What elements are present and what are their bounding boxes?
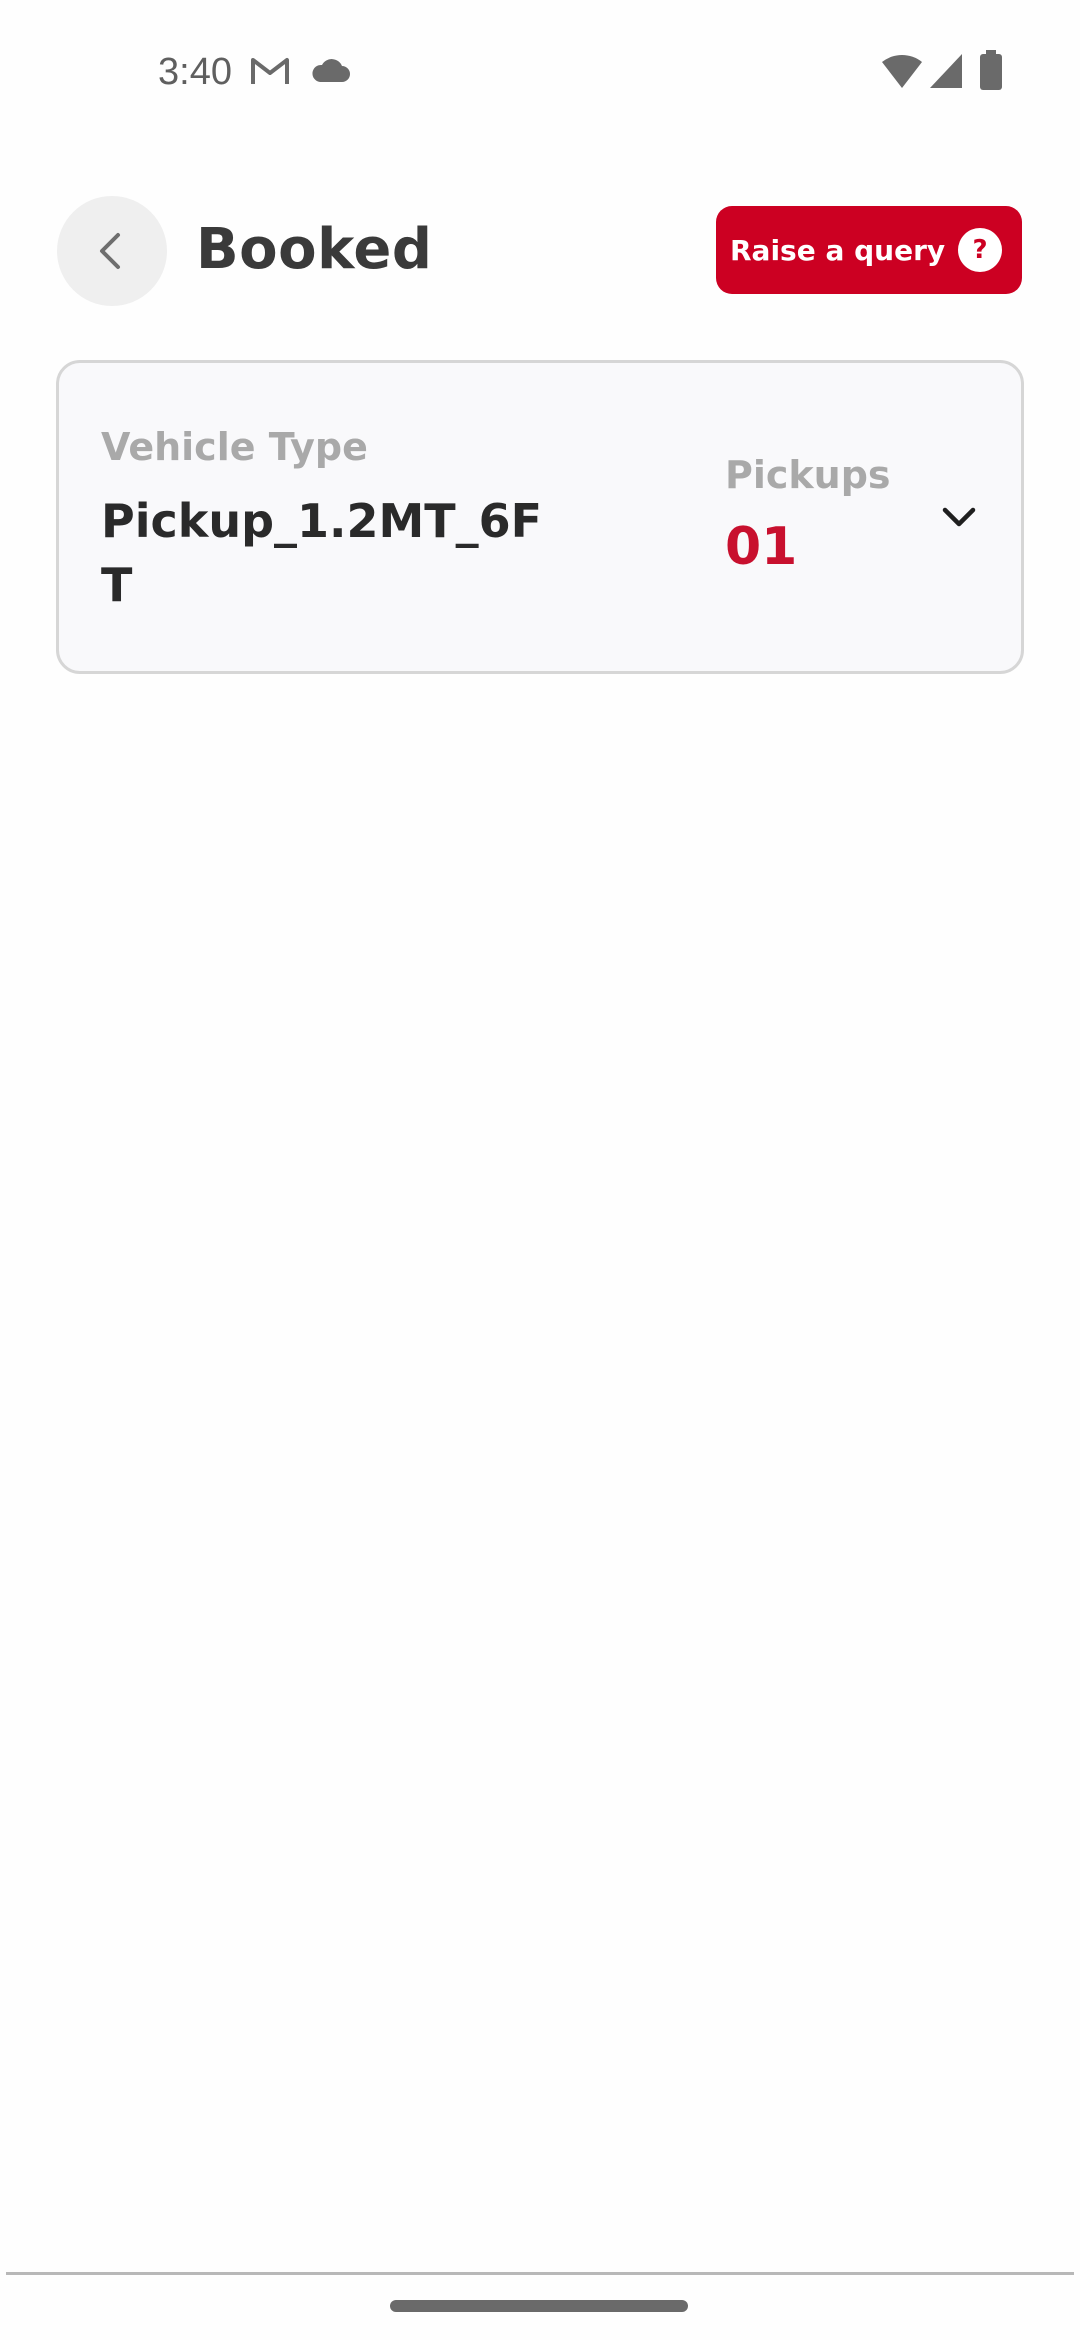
raise-query-label: Raise a query (730, 233, 946, 267)
battery-icon (980, 50, 1002, 90)
cloud-icon (312, 59, 350, 82)
back-button[interactable] (57, 196, 167, 306)
status-bar: 3:40 (0, 0, 1080, 140)
gmail-icon (251, 58, 289, 84)
raise-query-button[interactable]: Raise a query ? (716, 206, 1022, 294)
vehicle-type-label: Vehicle Type (101, 425, 368, 469)
chevron-left-icon (100, 233, 120, 269)
status-time: 3:40 (158, 51, 232, 93)
chevron-down-icon[interactable] (937, 495, 981, 539)
pickups-count: 01 (725, 517, 798, 577)
wifi-icon (882, 54, 922, 88)
pickups-label: Pickups (725, 453, 891, 497)
page-title: Booked (196, 217, 433, 282)
signal-icon (930, 54, 962, 88)
booked-screen: 3:40 Booked Raise a query ? Vehicle Type… (0, 0, 1080, 2340)
question-icon: ? (958, 228, 1002, 272)
bottom-divider (6, 2272, 1074, 2275)
home-indicator[interactable] (390, 2300, 688, 2312)
vehicle-type-value: Pickup_1.2MT_6FT (101, 494, 543, 612)
vehicle-booking-card[interactable]: Vehicle Type Pickup_1.2MT_6FT Pickups 01 (56, 360, 1024, 674)
